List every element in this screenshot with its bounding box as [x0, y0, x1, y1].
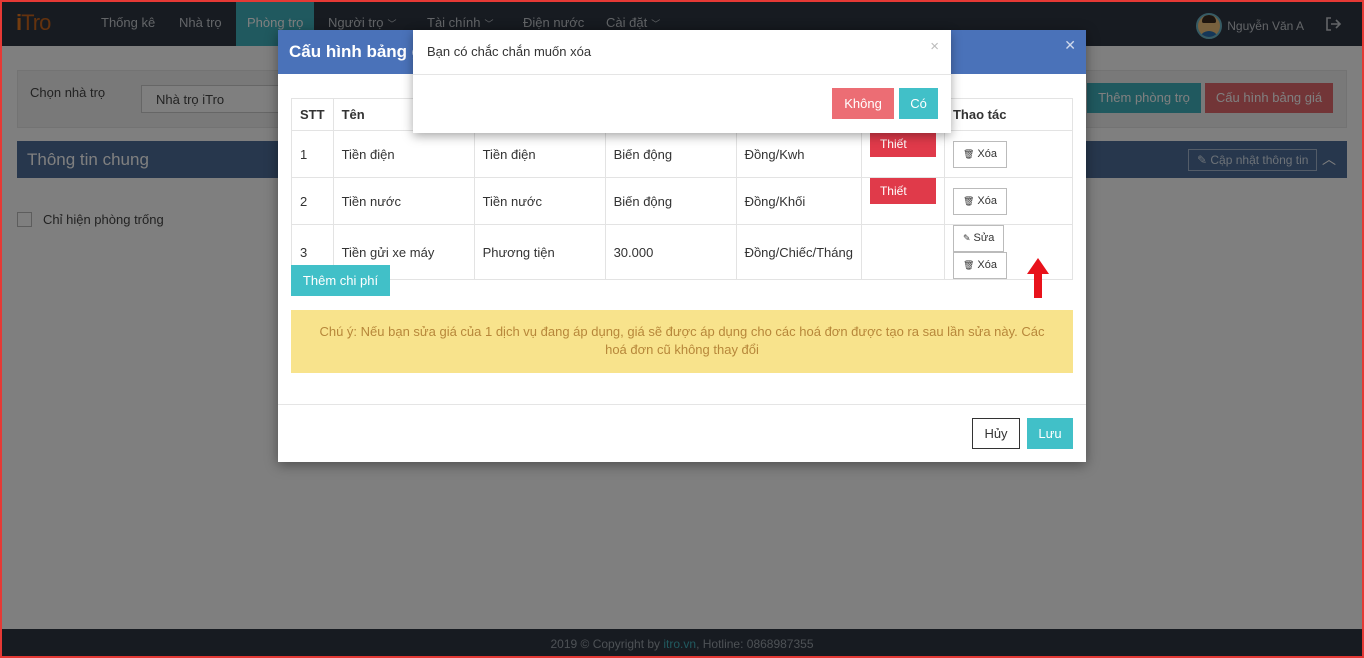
screenshot-frame [0, 0, 1364, 658]
